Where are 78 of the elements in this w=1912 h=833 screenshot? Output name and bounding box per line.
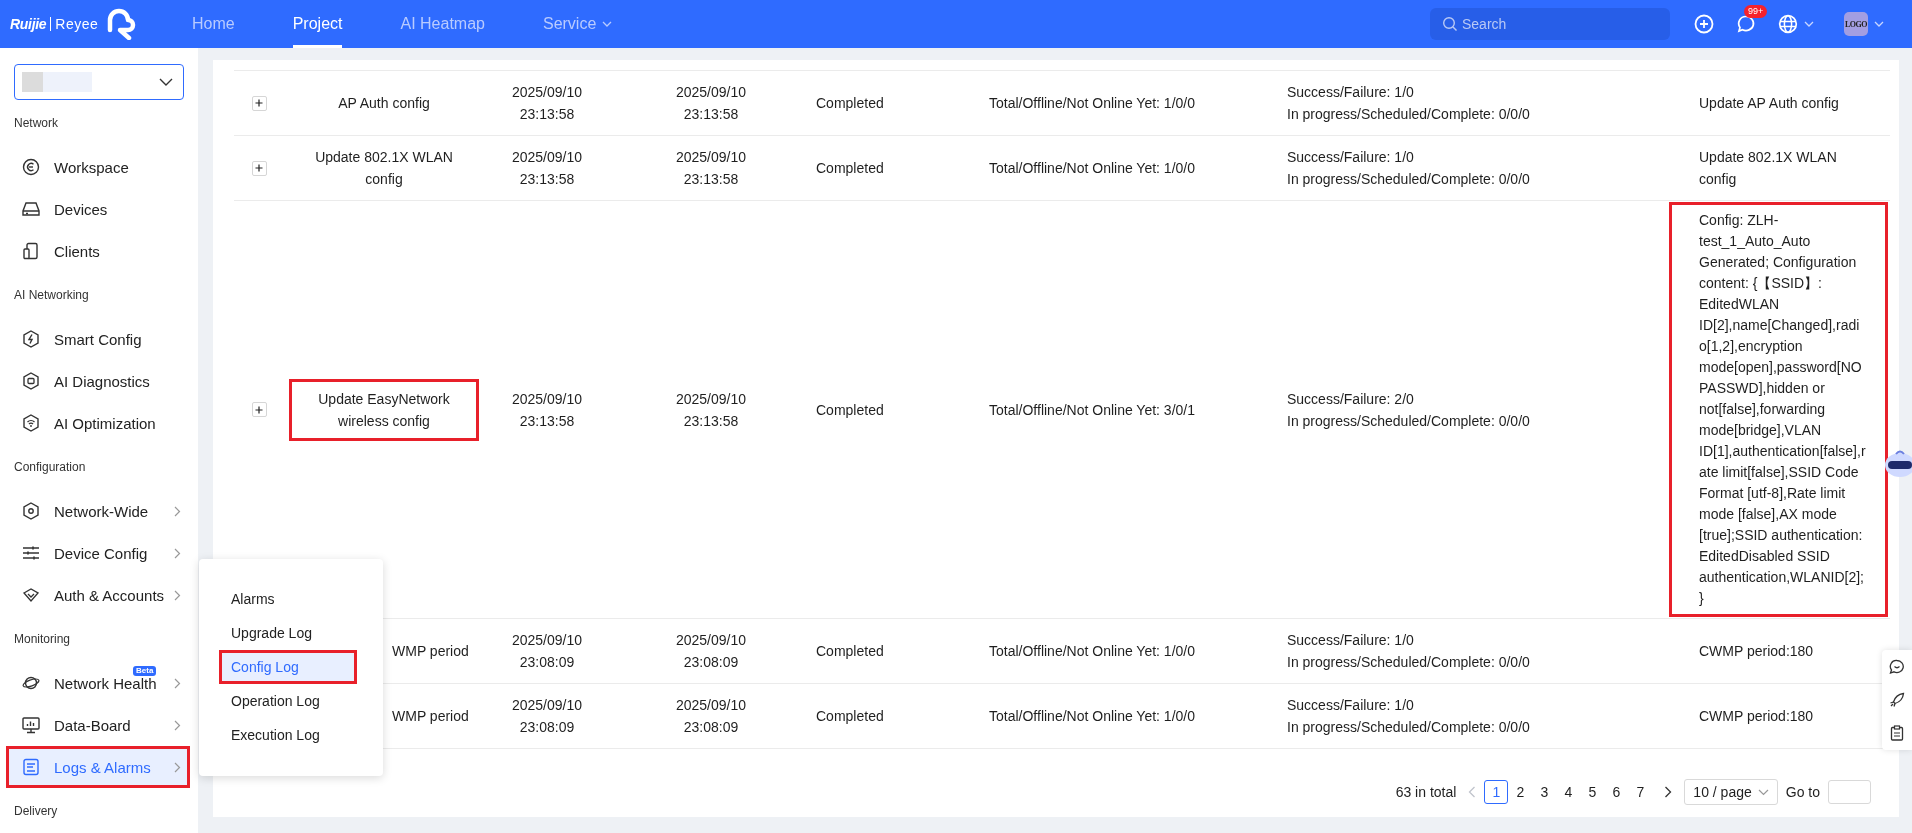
result-summary: Success/Failure: 1/0 bbox=[1287, 83, 1414, 102]
page-button[interactable]: 5 bbox=[1580, 780, 1605, 804]
submenu-item[interactable]: Config Log bbox=[219, 650, 357, 684]
section-title: Delivery bbox=[13, 803, 59, 820]
end-time: 2025/09/10 23:08:09 bbox=[674, 631, 748, 672]
goto-label: Go to bbox=[1785, 784, 1820, 800]
start-time: 2025/09/10 23:13:58 bbox=[510, 389, 584, 431]
result-summary: Success/Failure: 2/0 bbox=[1287, 389, 1414, 409]
task-name: WMP period bbox=[391, 707, 470, 726]
task-description: CWMP period:180 bbox=[1698, 642, 1815, 661]
sidebar-item[interactable]: Clients bbox=[6, 230, 190, 272]
sidebar-item[interactable]: AI Optimization bbox=[6, 402, 190, 444]
status-text: Completed bbox=[816, 159, 884, 178]
brand-logo: Ruijie bbox=[10, 16, 47, 32]
result-summary: Success/Failure: 1/0 bbox=[1287, 696, 1414, 715]
page-button[interactable]: 2 bbox=[1508, 780, 1533, 804]
sidebar-item[interactable]: Beta Network Health bbox=[6, 662, 190, 704]
search-field[interactable]: Search bbox=[1430, 8, 1670, 40]
sidebar-item[interactable]: Data-Board bbox=[6, 704, 190, 746]
progress-summary: In progress/Scheduled/Complete: 0/0/0 bbox=[1287, 653, 1530, 672]
progress-summary: In progress/Scheduled/Complete: 0/0/0 bbox=[1287, 170, 1530, 189]
task-name: AP Auth config bbox=[337, 94, 431, 113]
submenu-item[interactable]: Alarms bbox=[219, 582, 357, 616]
product-logo: Reyee bbox=[55, 16, 99, 32]
page-button[interactable]: 3 bbox=[1532, 780, 1557, 804]
page-size-select[interactable]: 10 / page bbox=[1684, 779, 1778, 805]
total-count: 63 in total bbox=[1395, 784, 1457, 800]
beta-badge: Beta bbox=[133, 666, 157, 676]
progress-summary: In progress/Scheduled/Complete: 0/0/0 bbox=[1287, 718, 1530, 737]
sidebar-item[interactable]: Logs & Alarms bbox=[6, 746, 190, 788]
status-text: Completed bbox=[816, 707, 884, 726]
sidebar-item[interactable]: AI Diagnostics bbox=[6, 360, 190, 402]
task-name: Update EasyNetwork wireless config bbox=[289, 378, 479, 441]
task-name: Update 802.1X WLAN config bbox=[314, 148, 454, 189]
start-time: 2025/09/10 23:08:09 bbox=[510, 631, 584, 672]
end-time: 2025/09/10 23:13:58 bbox=[674, 389, 748, 431]
notification-badge: 99+ bbox=[1744, 5, 1768, 18]
result-summary: Success/Failure: 1/0 bbox=[1287, 148, 1414, 167]
device-summary: Total/Offline/Not Online Yet: 1/0/0 bbox=[989, 707, 1195, 726]
page-button[interactable]: 7 bbox=[1628, 780, 1653, 804]
start-time: 2025/09/10 23:08:09 bbox=[510, 696, 584, 737]
status-text: Completed bbox=[816, 642, 884, 661]
page-button[interactable]: 4 bbox=[1556, 780, 1581, 804]
status-text: Completed bbox=[816, 400, 884, 420]
submenu-item[interactable]: Execution Log bbox=[219, 718, 357, 752]
task-description: Update AP Auth config bbox=[1698, 94, 1840, 113]
status-text: Completed bbox=[816, 94, 884, 113]
device-summary: Total/Offline/Not Online Yet: 1/0/0 bbox=[989, 159, 1195, 178]
start-time: 2025/09/10 23:13:58 bbox=[510, 148, 584, 189]
sidebar-item[interactable]: Workspace bbox=[6, 146, 190, 188]
section-title: Monitoring bbox=[13, 631, 72, 648]
result-summary: Success/Failure: 1/0 bbox=[1287, 631, 1414, 650]
progress-summary: In progress/Scheduled/Complete: 0/0/0 bbox=[1287, 105, 1530, 124]
start-time: 2025/09/10 23:13:58 bbox=[510, 83, 584, 124]
section-title: AI Networking bbox=[13, 287, 90, 304]
sidebar-item[interactable]: Auth & Accounts bbox=[6, 574, 190, 616]
device-summary: Total/Offline/Not Online Yet: 3/0/1 bbox=[989, 400, 1195, 420]
submenu-item[interactable]: Operation Log bbox=[219, 684, 357, 718]
page-button[interactable]: 1 bbox=[1484, 780, 1509, 804]
progress-summary: In progress/Scheduled/Complete: 0/0/0 bbox=[1287, 411, 1530, 431]
device-summary: Total/Offline/Not Online Yet: 1/0/0 bbox=[989, 94, 1195, 113]
avatar[interactable]: LOGO bbox=[1844, 12, 1868, 36]
sidebar-item[interactable]: Device Config bbox=[6, 532, 190, 574]
submenu-item[interactable]: Upgrade Log bbox=[219, 616, 357, 650]
sidebar-item[interactable]: Smart Config bbox=[6, 318, 190, 360]
page-button[interactable]: 6 bbox=[1604, 780, 1629, 804]
end-time: 2025/09/10 23:13:58 bbox=[674, 83, 748, 124]
device-summary: Total/Offline/Not Online Yet: 1/0/0 bbox=[989, 642, 1195, 661]
task-name: WMP period bbox=[391, 642, 470, 661]
end-time: 2025/09/10 23:08:09 bbox=[674, 696, 748, 737]
task-description: Update 802.1X WLAN config bbox=[1698, 148, 1838, 189]
task-description: Config: ZLH-test_1_Auto_Auto Generated; Configuration content: {【SSID】: EditedWLAN ID[2],name[Changed],radio[1,2],encryption mode[open],password[NO PASSWD],hidden or not[false],forwarding mode[bridge],VLAN ID[1],authentication[false],rate limit[false],SSID Code Format [utf-8],Rate limit mode [false],AX mode [true];SSID authentication: EditedDisabled SSID authentication,WLANID[2];} bbox=[1669, 202, 1888, 617]
end-time: 2025/09/10 23:13:58 bbox=[674, 148, 748, 189]
sidebar-item[interactable]: Devices bbox=[6, 188, 190, 230]
task-description: CWMP period:180 bbox=[1698, 707, 1815, 726]
section-title: Network bbox=[13, 115, 59, 132]
sidebar-item[interactable]: Network-Wide bbox=[6, 490, 190, 532]
section-title: Configuration bbox=[13, 459, 87, 476]
